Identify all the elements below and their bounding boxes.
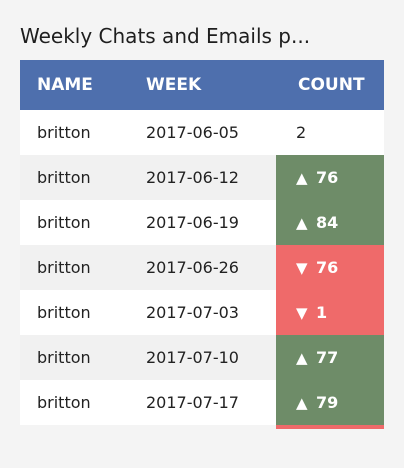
cell-name: britton [37,123,91,142]
up-arrow-icon: ▲ [296,214,308,232]
table-row: britton 2017-07-03 ▼ 1 [20,290,384,335]
table-row: britton 2017-06-26 ▼ 76 [20,245,384,290]
cell-count: ▲ 79 [276,380,384,425]
table-row: britton 2017-07-17 ▲ 79 [20,380,384,425]
table-row: britton 2017-06-19 ▲ 84 [20,200,384,245]
cell-name: britton [37,348,91,367]
data-table: NAME WEEK COUNT britton 2017-06-05 2 bri… [20,60,384,425]
count-value: 76 [316,258,339,277]
cell-week: 2017-06-12 [146,168,239,187]
count-value: 2 [296,123,307,142]
cell-count: ▼ 1 [276,290,384,335]
next-row-count-cell [276,425,384,429]
down-arrow-icon: ▼ [296,304,308,322]
cell-name: britton [37,258,91,277]
cell-name: britton [37,168,91,187]
cell-count: ▼ 76 [276,245,384,290]
count-value: 1 [316,303,328,322]
cell-name: britton [37,393,91,412]
up-arrow-icon: ▲ [296,169,308,187]
count-value: 76 [316,168,339,187]
up-arrow-icon: ▲ [296,394,308,412]
column-header-count[interactable]: COUNT [276,60,384,110]
cell-week: 2017-07-17 [146,393,239,412]
count-value: 84 [316,213,339,232]
table-row: britton 2017-06-12 ▲ 76 [20,155,384,200]
down-arrow-icon: ▼ [296,259,308,277]
widget-title: Weekly Chats and Emails p... [20,24,311,48]
table-header-row: NAME WEEK COUNT [20,60,384,110]
cell-count: ▲ 77 [276,335,384,380]
next-row-peek [20,425,384,429]
cell-week: 2017-07-10 [146,348,239,367]
column-header-name[interactable]: NAME [20,60,129,110]
up-arrow-icon: ▲ [296,349,308,367]
cell-count: ▲ 84 [276,200,384,245]
cell-week: 2017-06-19 [146,213,239,232]
column-header-week[interactable]: WEEK [129,60,276,110]
table-row: britton 2017-06-05 2 [20,110,384,155]
cell-week: 2017-06-26 [146,258,239,277]
count-value: 79 [316,393,339,412]
weekly-chats-widget: Weekly Chats and Emails p... NAME WEEK C… [20,18,384,429]
cell-name: britton [37,213,91,232]
cell-count: 2 [276,110,384,155]
count-value: 77 [316,348,339,367]
cell-name: britton [37,303,91,322]
cell-week: 2017-06-05 [146,123,239,142]
cell-week: 2017-07-03 [146,303,239,322]
cell-count: ▲ 76 [276,155,384,200]
table-row: britton 2017-07-10 ▲ 77 [20,335,384,380]
